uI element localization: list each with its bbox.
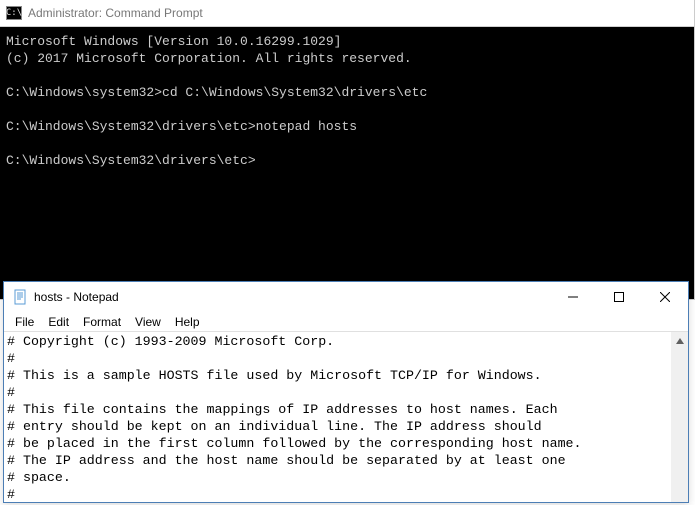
notepad-icon [12,289,28,305]
scrollbar[interactable] [671,332,688,502]
notepad-title: hosts - Notepad [34,290,119,304]
text-line: # Copyright (c) 1993-2009 Microsoft Corp… [7,334,334,349]
close-button[interactable] [642,282,688,312]
cmd-title: Administrator: Command Prompt [28,6,203,20]
menu-help[interactable]: Help [168,313,207,331]
cmd-line: C:\Windows\System32\drivers\etc>notepad … [6,119,357,134]
text-line: # be placed in the first column followed… [7,436,582,451]
maximize-button[interactable] [596,282,642,312]
notepad-text-area[interactable]: # Copyright (c) 1993-2009 Microsoft Corp… [4,332,671,502]
text-line: # space. [7,470,71,485]
text-line: # This is a sample HOSTS file used by Mi… [7,368,542,383]
cmd-titlebar[interactable]: C:\ Administrator: Command Prompt [0,0,694,27]
menu-file[interactable]: File [8,313,41,331]
cmd-icon: C:\ [6,6,22,20]
notepad-body: # Copyright (c) 1993-2009 Microsoft Corp… [4,332,688,502]
cmd-output[interactable]: Microsoft Windows [Version 10.0.16299.10… [0,27,694,299]
notepad-menubar: File Edit Format View Help [4,312,688,332]
notepad-titlebar[interactable]: hosts - Notepad [4,282,688,312]
cmd-line: (c) 2017 Microsoft Corporation. All righ… [6,51,412,66]
menu-edit[interactable]: Edit [41,313,76,331]
cmd-line: Microsoft Windows [Version 10.0.16299.10… [6,34,341,49]
minimize-button[interactable] [550,282,596,312]
text-line: # This file contains the mappings of IP … [7,402,558,417]
menu-view[interactable]: View [128,313,168,331]
text-line: # The IP address and the host name shoul… [7,453,566,468]
text-line: # entry should be kept on an individual … [7,419,542,434]
text-line: # [7,385,15,400]
menu-format[interactable]: Format [76,313,128,331]
notepad-window: hosts - Notepad File Edit Format View He… [3,281,689,503]
text-line: # [7,351,15,366]
scroll-up-icon[interactable] [671,332,688,349]
text-line: # [7,487,15,502]
cmd-line: C:\Windows\System32\drivers\etc> [6,153,256,168]
cmd-line: C:\Windows\system32>cd C:\Windows\System… [6,85,427,100]
command-prompt-window: C:\ Administrator: Command Prompt Micros… [0,0,695,300]
